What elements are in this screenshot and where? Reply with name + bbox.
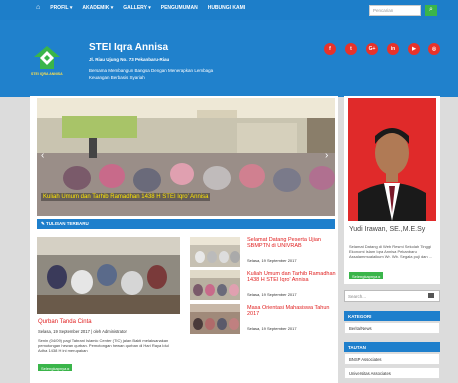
profile-photo (348, 98, 436, 221)
page: ⌂ PROFIL ▾ AKADEMIK ▾ GALLERY ▾ PENGUMUM… (0, 0, 458, 383)
post-thumbnail-2[interactable] (190, 270, 240, 300)
tautan-heading: TAUTAN (344, 342, 440, 352)
post-date-3: Selasa, 19 September 2017 (247, 326, 297, 331)
profile-description: Selamat Datang di Web Resmi Sekolah Ting… (349, 244, 433, 259)
post-title-1[interactable]: Selamat Datang Peserta Ujian SBMPTN di U… (247, 237, 337, 249)
site-address: Jl. Riau Ujung No. 73 Pekanbaru-Riau (89, 57, 170, 62)
site-title[interactable]: STEI Iqra Annisa (89, 42, 168, 53)
profile-read-more-button[interactable]: Selengkapnya ▸ (349, 272, 384, 279)
featured-post-title[interactable]: Qurban Tanda Cinta (38, 319, 92, 325)
tautan-item-bnsp[interactable]: BNSP Associates (344, 353, 440, 365)
top-nav: ⌂ PROFIL ▾ AKADEMIK ▾ GALLERY ▾ PENGUMUM… (0, 0, 458, 20)
post-title-3[interactable]: Masa Orientasi Mahasiswa Tahun 2017 (247, 305, 337, 317)
post-thumbnail-3[interactable] (190, 304, 240, 334)
slider-prev-icon[interactable]: ‹ (41, 150, 44, 161)
google-plus-icon[interactable]: G+ (366, 43, 378, 55)
tautan-item-universitas[interactable]: Universitas Associates (344, 367, 440, 379)
home-icon[interactable]: ⌂ (36, 4, 40, 11)
latest-posts-label: TULISAN TERBARU (46, 221, 89, 226)
sidebar-search-input[interactable]: Search... (344, 290, 440, 302)
post-title-2[interactable]: Kuliah Umum dan Tarhib Ramadhan 1438 H S… (247, 271, 337, 283)
nav-pengumuman[interactable]: PENGUMUMAN (161, 5, 198, 11)
nav-akademik[interactable]: AKADEMIK ▾ (82, 5, 113, 11)
featured-post-image[interactable] (37, 237, 180, 314)
site-header (0, 20, 458, 97)
search-icon[interactable]: ⌕ (425, 5, 437, 16)
instagram-icon[interactable]: ◎ (428, 43, 440, 55)
slider-caption[interactable]: Kuliah Umum dan Tarhib Ramadhan 1438 H S… (41, 193, 211, 201)
featured-read-more-button[interactable]: Selengkapnya ▸ (38, 364, 73, 371)
youtube-icon[interactable]: ▶ (408, 43, 420, 55)
profile-name: Yudi Irawan, SE.,M.E.Sy (349, 226, 426, 233)
linkedin-icon[interactable]: in (387, 43, 399, 55)
nav-profil[interactable]: PROFIL ▾ (50, 5, 72, 11)
nav-hubungi-kami[interactable]: HUBUNGI KAMI (208, 5, 246, 11)
post-date-2: Selasa, 19 September 2017 (247, 292, 297, 297)
post-thumbnail-1[interactable] (190, 237, 240, 267)
kategori-item-berita[interactable]: Berita/News (344, 322, 440, 334)
nav-gallery[interactable]: GALLERY ▾ (123, 5, 151, 11)
site-logo[interactable] (32, 45, 62, 73)
featured-post-excerpt: Senin (04/09) pagi Tabrani Islamic Cente… (38, 338, 169, 353)
slider-next-icon[interactable]: › (325, 150, 328, 161)
envelope-icon[interactable] (428, 293, 434, 298)
logo-text: STEI IQRA ANNISA (31, 72, 63, 76)
twitter-icon[interactable]: t (345, 43, 357, 55)
latest-posts-heading: ✎ TULISAN TERBARU (37, 219, 335, 229)
featured-post-meta: Selasa, 19 September 2017 | oleh Adminis… (38, 329, 127, 334)
site-tagline: Bersama Membangun Bangsa Dengan Menerapk… (89, 68, 214, 80)
post-date-1: Selasa, 19 September 2017 (247, 258, 297, 263)
kategori-heading: KATEGORI (344, 311, 440, 321)
nav-search-input[interactable]: Pencarian (369, 5, 421, 16)
facebook-icon[interactable]: f (324, 43, 336, 55)
